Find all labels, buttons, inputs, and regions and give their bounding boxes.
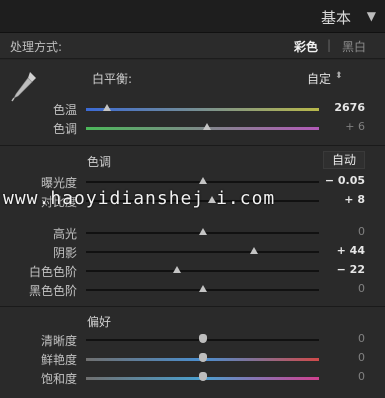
- panel-header[interactable]: 基本 ▼: [0, 0, 385, 33]
- slider-value[interactable]: − 22: [337, 263, 365, 276]
- slider-label: 黑色色阶: [28, 284, 77, 298]
- slider-thumb[interactable]: [198, 334, 207, 343]
- auto-button[interactable]: 自动: [323, 151, 365, 169]
- slider-label: 饱和度: [40, 372, 77, 386]
- slider-row: 色调 + 6: [0, 119, 385, 137]
- slider-thumb[interactable]: [249, 247, 258, 254]
- eyedropper-icon[interactable]: [10, 70, 38, 102]
- presence-title: 偏好: [87, 315, 112, 329]
- slider-label: 鲜艳度: [40, 353, 77, 367]
- slider-row: 白色色阶 − 22: [0, 262, 385, 280]
- slider-label: 白色色阶: [28, 265, 77, 279]
- slider-value[interactable]: 0: [358, 332, 365, 345]
- slider-thumb[interactable]: [102, 104, 111, 111]
- treatment-bw-option[interactable]: 黑白: [342, 38, 366, 55]
- slider-row: 色温 2676: [0, 100, 385, 118]
- panel-title: 基本: [320, 9, 351, 27]
- slider-track[interactable]: [86, 108, 319, 111]
- treatment-color-option[interactable]: 彩色: [294, 38, 318, 55]
- slider-thumb[interactable]: [172, 266, 181, 273]
- slider-value[interactable]: 2676: [334, 101, 365, 114]
- slider-label: 色调: [52, 122, 77, 136]
- slider-value[interactable]: 0: [358, 225, 365, 238]
- slider-value[interactable]: + 6: [345, 120, 365, 133]
- slider-row: 清晰度 0: [0, 331, 385, 349]
- slider-value[interactable]: + 44: [337, 244, 365, 257]
- slider-value[interactable]: + 8: [344, 193, 365, 206]
- treatment-row: 处理方式: 彩色 | 黑白: [0, 33, 385, 59]
- slider-label: 色温: [52, 103, 77, 117]
- tone-title: 色调: [87, 155, 112, 169]
- updown-arrows-icon[interactable]: ⬍: [335, 71, 343, 81]
- slider-value[interactable]: 0: [358, 370, 365, 383]
- slider-value[interactable]: 0: [358, 282, 365, 295]
- slider-row: 黑色色阶 0: [0, 281, 385, 299]
- treatment-separator: |: [327, 38, 332, 52]
- slider-thumb[interactable]: [198, 228, 207, 235]
- slider-thumb[interactable]: [198, 177, 207, 184]
- triangle-down-icon[interactable]: ▼: [367, 9, 376, 23]
- white-balance-label: 白平衡:: [92, 72, 133, 86]
- watermark-text: www.haoyidianshej i.com: [3, 188, 276, 209]
- slider-label: 高光: [52, 227, 77, 241]
- slider-row: 阴影 + 44: [0, 243, 385, 261]
- white-balance-select[interactable]: 自定: [307, 70, 331, 87]
- slider-thumb[interactable]: [203, 123, 212, 130]
- slider-track[interactable]: [86, 251, 319, 253]
- slider-label: 清晰度: [40, 334, 77, 348]
- slider-row: 高光 0: [0, 224, 385, 242]
- slider-track[interactable]: [86, 270, 319, 272]
- slider-value[interactable]: 0: [358, 351, 365, 364]
- slider-thumb[interactable]: [198, 285, 207, 292]
- slider-label: 阴影: [52, 246, 77, 260]
- slider-value[interactable]: − 0.05: [325, 174, 365, 187]
- treatment-label: 处理方式:: [10, 40, 63, 54]
- slider-thumb[interactable]: [198, 372, 207, 381]
- slider-row: 鲜艳度 0: [0, 350, 385, 368]
- slider-thumb[interactable]: [198, 353, 207, 362]
- slider-row: 饱和度 0: [0, 369, 385, 387]
